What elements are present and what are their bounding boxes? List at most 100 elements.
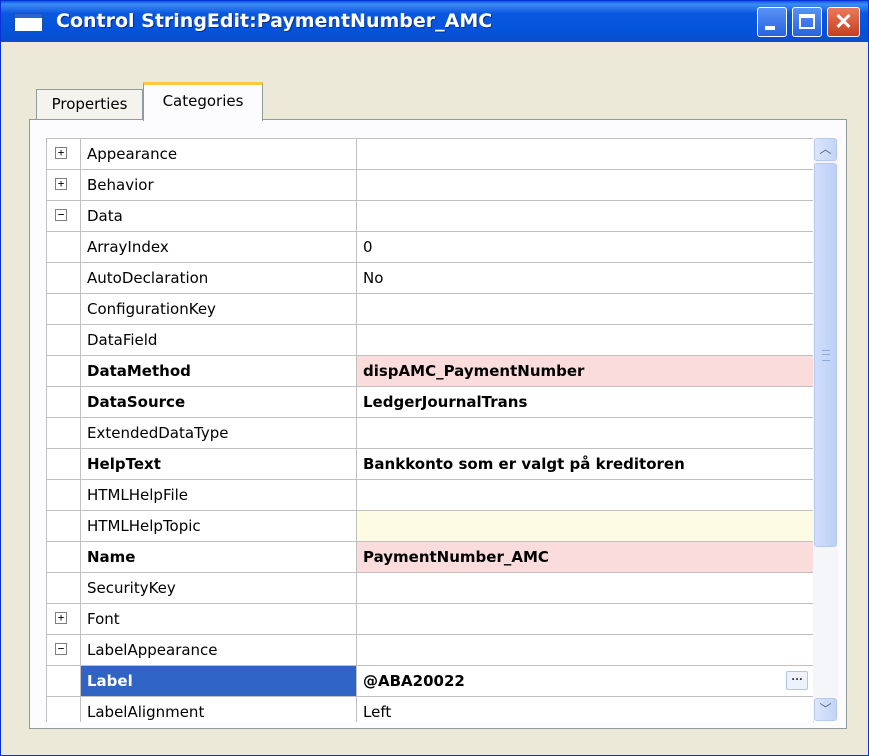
close-button[interactable]: ✕ <box>827 7 860 37</box>
row-gutter <box>47 387 80 416</box>
property-name[interactable]: Appearance <box>80 139 357 169</box>
chevron-down-icon: ﹀ <box>819 702 832 716</box>
property-row[interactable]: + Behavior <box>47 170 814 201</box>
property-row[interactable]: − LabelAppearance <box>47 635 814 666</box>
property-name[interactable]: DataSource <box>80 387 357 417</box>
property-name[interactable]: HelpText <box>80 449 357 479</box>
property-row[interactable]: HTMLHelpTopic <box>47 511 814 542</box>
property-name[interactable]: HTMLHelpFile <box>80 480 357 510</box>
property-value[interactable] <box>357 201 814 231</box>
property-value-text: Left <box>363 703 392 721</box>
property-row[interactable]: ExtendedDataType <box>47 418 814 449</box>
property-value[interactable]: PaymentNumber_AMC <box>357 542 814 572</box>
property-row[interactable]: HTMLHelpFile <box>47 480 814 511</box>
property-value-text: @ABA20022 <box>363 672 465 690</box>
property-name[interactable]: LabelAppearance <box>80 635 357 665</box>
property-value[interactable] <box>357 480 814 510</box>
property-value[interactable] <box>357 139 814 169</box>
row-gutter <box>47 573 80 602</box>
ellipsis-button[interactable]: ... <box>786 671 808 690</box>
property-value-text: Bankkonto som er valgt på kreditoren <box>363 455 685 473</box>
property-name[interactable]: ArrayIndex <box>80 232 357 262</box>
property-value[interactable]: 0 <box>357 232 814 262</box>
property-value[interactable] <box>357 418 814 448</box>
property-row[interactable]: + Font <box>47 604 814 635</box>
property-row[interactable]: Name PaymentNumber_AMC <box>47 542 814 573</box>
property-name[interactable]: SecurityKey <box>80 573 357 603</box>
property-value-text: No <box>363 269 384 287</box>
property-row[interactable]: Label @ABA20022... <box>47 666 814 697</box>
property-value[interactable] <box>357 325 814 355</box>
property-value-text: PaymentNumber_AMC <box>363 548 549 566</box>
close-icon: ✕ <box>834 9 853 34</box>
row-gutter <box>47 542 80 571</box>
row-gutter: + <box>47 139 80 168</box>
property-row[interactable]: HelpText Bankkonto som er valgt på kredit… <box>47 449 814 480</box>
row-gutter <box>47 232 80 261</box>
tab-properties[interactable]: Properties <box>36 89 143 119</box>
property-value[interactable] <box>357 511 814 541</box>
row-gutter <box>47 418 80 447</box>
property-value[interactable] <box>357 170 814 200</box>
row-gutter <box>47 511 80 540</box>
window-icon <box>14 13 43 32</box>
property-name[interactable]: HTMLHelpTopic <box>80 511 357 541</box>
scroll-down-button[interactable]: ﹀ <box>814 698 837 721</box>
property-row[interactable]: SecurityKey <box>47 573 814 604</box>
row-gutter: − <box>47 201 80 230</box>
row-gutter: + <box>47 170 80 199</box>
chevron-up-icon: ︿ <box>819 142 832 156</box>
collapse-icon[interactable]: − <box>55 643 67 655</box>
property-name[interactable]: ConfigurationKey <box>80 294 357 324</box>
minimize-icon <box>765 26 775 30</box>
property-row[interactable]: DataField <box>47 325 814 356</box>
property-value[interactable] <box>357 294 814 324</box>
property-name[interactable]: DataField <box>80 325 357 355</box>
maximize-button[interactable] <box>792 7 822 37</box>
property-value-text: dispAMC_PaymentNumber <box>363 362 585 380</box>
property-row[interactable]: ConfigurationKey <box>47 294 814 325</box>
property-name[interactable]: Label <box>80 666 357 696</box>
property-value[interactable]: No <box>357 263 814 293</box>
property-row[interactable]: DataMethod dispAMC_PaymentNumber <box>47 356 814 387</box>
property-value[interactable] <box>357 635 814 665</box>
grip-icon <box>822 350 830 361</box>
property-name[interactable]: LabelAlignment <box>80 697 357 722</box>
property-name[interactable]: Behavior <box>80 170 357 200</box>
property-name[interactable]: Name <box>80 542 357 572</box>
scroll-thumb[interactable] <box>814 163 837 547</box>
property-name[interactable]: AutoDeclaration <box>80 263 357 293</box>
property-name[interactable]: Data <box>80 201 357 231</box>
tab-categories[interactable]: Categories <box>143 82 263 121</box>
property-value[interactable]: dispAMC_PaymentNumber <box>357 356 814 386</box>
property-value[interactable]: Left <box>357 697 814 722</box>
property-value[interactable]: @ABA20022... <box>357 666 814 696</box>
title-bar[interactable]: Control StringEdit:PaymentNumber_AMC ✕ <box>1 1 868 42</box>
property-value-text: LedgerJournalTrans <box>363 393 528 411</box>
property-name[interactable]: Font <box>80 604 357 634</box>
expand-icon[interactable]: + <box>55 147 67 159</box>
property-row[interactable]: AutoDeclaration No <box>47 263 814 294</box>
row-gutter: − <box>47 635 80 664</box>
vertical-scrollbar[interactable]: ︿ ﹀ <box>813 138 838 721</box>
property-value[interactable]: LedgerJournalTrans <box>357 387 814 417</box>
row-gutter <box>47 325 80 354</box>
scroll-up-button[interactable]: ︿ <box>814 138 837 161</box>
property-row[interactable]: DataSource LedgerJournalTrans <box>47 387 814 418</box>
property-window: Control StringEdit:PaymentNumber_AMC ✕ P… <box>0 0 869 756</box>
expand-icon[interactable]: + <box>55 612 67 624</box>
property-row[interactable]: ArrayIndex 0 <box>47 232 814 263</box>
property-value[interactable] <box>357 604 814 634</box>
property-value-text: 0 <box>363 238 373 256</box>
property-row[interactable]: LabelAlignment Left <box>47 697 814 722</box>
property-value[interactable]: Bankkonto som er valgt på kreditoren <box>357 449 814 479</box>
property-name[interactable]: DataMethod <box>80 356 357 386</box>
minimize-button[interactable] <box>757 7 787 37</box>
property-value[interactable] <box>357 573 814 603</box>
property-name[interactable]: ExtendedDataType <box>80 418 357 448</box>
property-row[interactable]: − Data <box>47 201 814 232</box>
expand-icon[interactable]: + <box>55 178 67 190</box>
property-row[interactable]: + Appearance <box>47 139 814 170</box>
row-gutter <box>47 356 80 385</box>
collapse-icon[interactable]: − <box>55 209 67 221</box>
